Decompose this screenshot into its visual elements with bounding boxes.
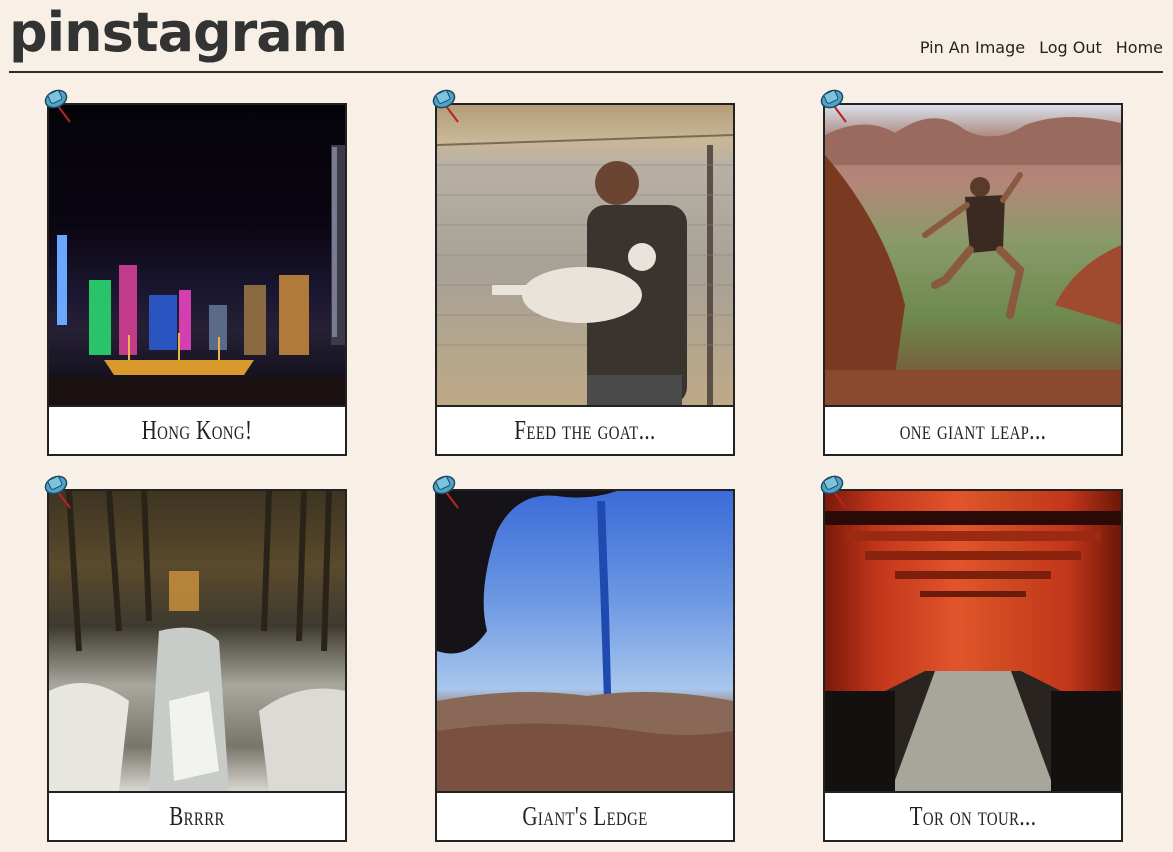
pin-card[interactable]: one giant leap... [823,103,1123,456]
pin-photo[interactable] [437,105,733,407]
pin-photo[interactable] [49,105,345,407]
pushpin-icon [44,89,71,123]
pushpin-icon [432,475,459,509]
main-nav: Pin An Image Log Out Home [920,38,1163,57]
pin-caption: Hong Kong! [141,415,253,445]
nav-pin-image-link[interactable]: Pin An Image [920,38,1025,57]
nav-log-out-link[interactable]: Log Out [1039,38,1102,57]
pin-caption: Feed the goat... [514,415,656,445]
pin-photo[interactable] [437,491,733,793]
site-header: pinstagram Pin An Image Log Out Home [9,0,1163,73]
pushpin-icon [432,89,459,123]
pin-card[interactable]: Giant's Ledge [435,489,735,842]
pin-photo[interactable] [49,491,345,793]
pushpin-icon [820,475,847,509]
pin-caption: Brrrr [169,801,225,831]
pin-caption: one giant leap... [899,415,1047,445]
pin-card[interactable]: Hong Kong! [47,103,347,456]
pin-card[interactable]: Feed the goat... [435,103,735,456]
pin-photo[interactable] [825,105,1121,407]
pushpin-icon [44,475,71,509]
nav-home-link[interactable]: Home [1116,38,1163,57]
site-logo[interactable]: pinstagram [9,0,348,66]
pushpin-icon [820,89,847,123]
pin-caption: Giant's Ledge [522,801,648,831]
pin-caption: Tor on tour... [909,801,1037,831]
pin-card[interactable]: Brrrr [47,489,347,842]
pin-card[interactable]: Tor on tour... [823,489,1123,842]
pin-photo[interactable] [825,491,1121,793]
